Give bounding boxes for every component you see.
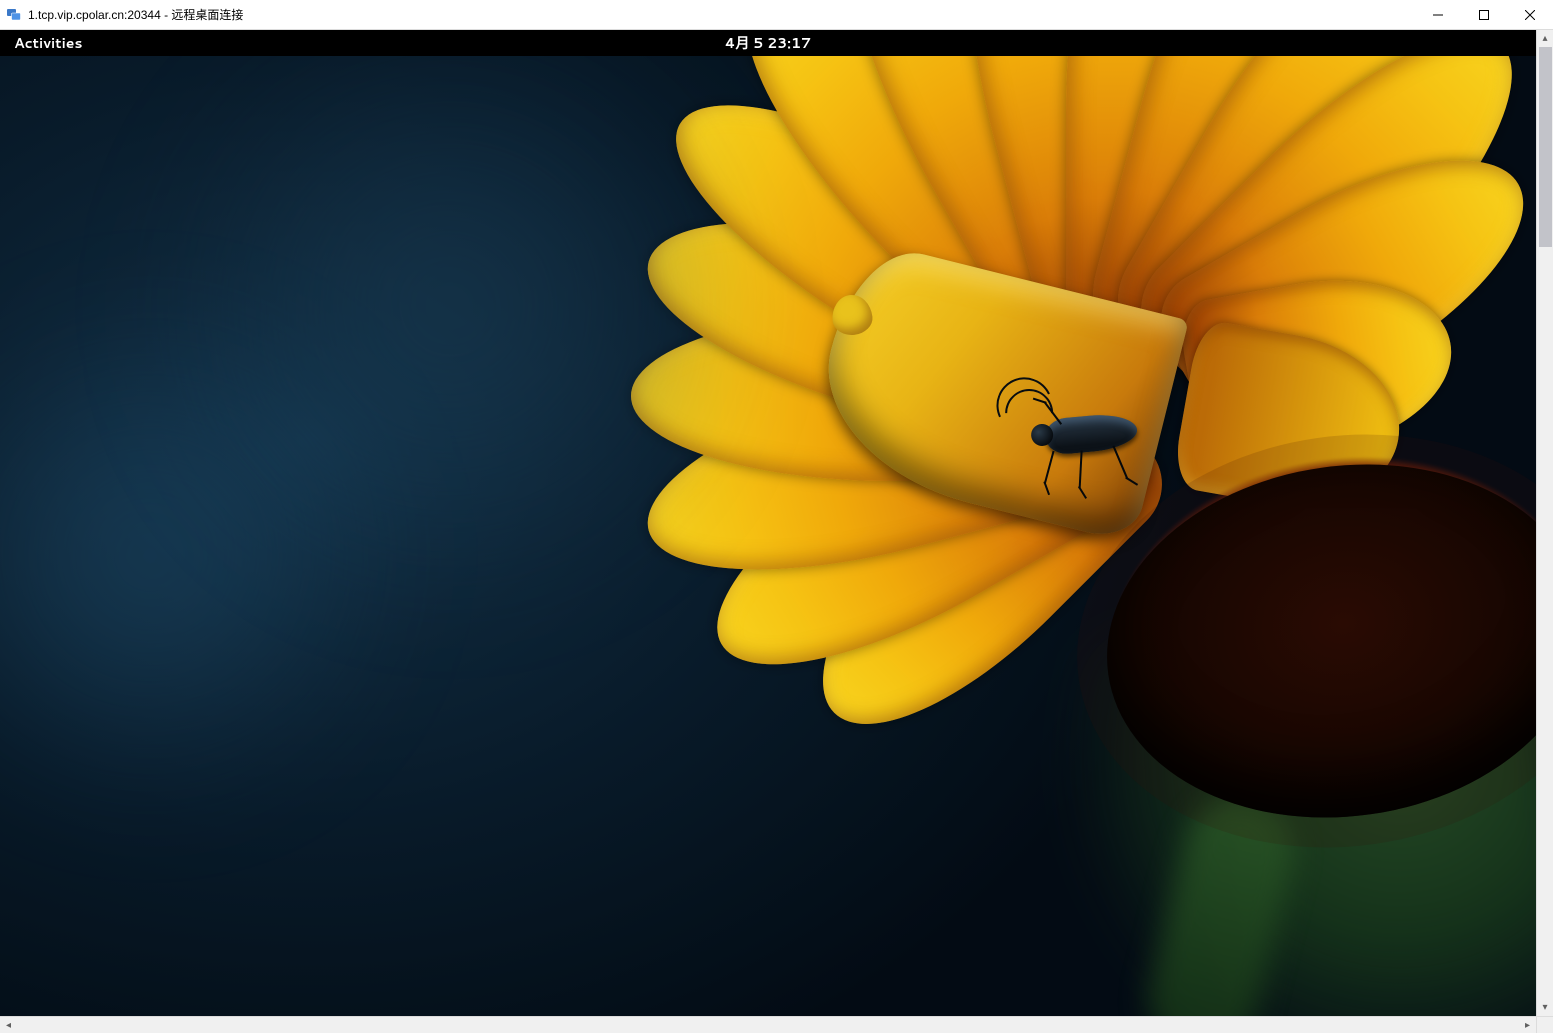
horizontal-scrollbar-track[interactable] <box>17 1017 1519 1033</box>
vertical-scrollbar[interactable]: ▴ ▾ <box>1536 30 1553 1016</box>
titlebar-left: 1.tcp.vip.cpolar.cn:20344 - 远程桌面连接 <box>0 6 243 23</box>
close-button[interactable] <box>1507 0 1553 29</box>
desktop-wallpaper <box>0 56 1536 1016</box>
activities-button[interactable]: Activities <box>14 33 82 53</box>
scroll-right-button[interactable]: ▸ <box>1519 1017 1536 1033</box>
window-controls <box>1415 0 1553 29</box>
scrollbar-corner <box>1536 1016 1553 1033</box>
scroll-left-button[interactable]: ◂ <box>0 1017 17 1033</box>
wallpaper-flower <box>626 56 1536 996</box>
window-titlebar: 1.tcp.vip.cpolar.cn:20344 - 远程桌面连接 <box>0 0 1553 30</box>
remote-desktop[interactable]: Activities 4月 5 23:17 <box>0 30 1536 1016</box>
scroll-down-button[interactable]: ▾ <box>1537 999 1553 1016</box>
wallpaper-insect <box>996 371 1155 494</box>
remote-viewport: Activities 4月 5 23:17 <box>0 30 1553 1033</box>
vertical-scrollbar-track[interactable] <box>1537 47 1553 999</box>
minimize-button[interactable] <box>1415 0 1461 29</box>
scroll-up-button[interactable]: ▴ <box>1537 30 1553 47</box>
vertical-scrollbar-thumb[interactable] <box>1539 47 1552 247</box>
horizontal-scrollbar[interactable]: ◂ ▸ <box>0 1016 1536 1033</box>
maximize-button[interactable] <box>1461 0 1507 29</box>
window-title: 1.tcp.vip.cpolar.cn:20344 - 远程桌面连接 <box>28 6 243 23</box>
rdp-icon <box>6 7 22 23</box>
gnome-clock[interactable]: 4月 5 23:17 <box>725 33 811 53</box>
gnome-topbar: Activities 4月 5 23:17 <box>0 30 1536 56</box>
